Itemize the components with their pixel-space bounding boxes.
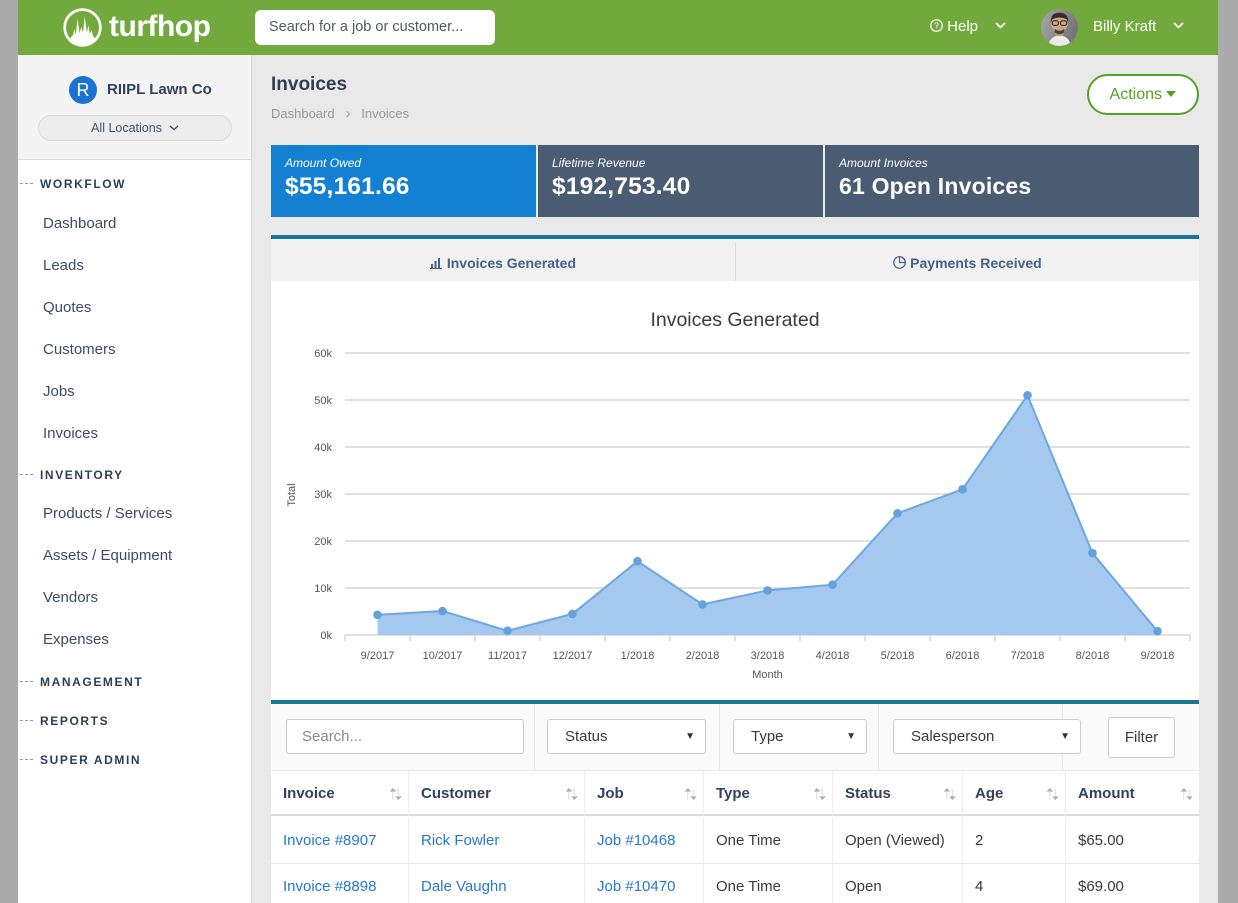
svg-text:20k: 20k: [314, 536, 332, 548]
svg-text:7/2018: 7/2018: [1011, 650, 1045, 662]
svg-text:Total: Total: [286, 483, 298, 506]
svg-text:10k: 10k: [314, 583, 332, 595]
svg-text:9/2017: 9/2017: [361, 650, 395, 662]
svg-text:3/2018: 3/2018: [751, 650, 785, 662]
svg-text:Invoices Generated: Invoices Generated: [650, 309, 819, 331]
svg-text:11/2017: 11/2017: [488, 650, 527, 662]
svg-text:Month: Month: [752, 669, 783, 681]
svg-text:0k: 0k: [320, 630, 332, 642]
svg-text:40k: 40k: [314, 442, 332, 454]
svg-text:10/2017: 10/2017: [423, 650, 463, 662]
svg-text:30k: 30k: [314, 489, 332, 501]
svg-text:6/2018: 6/2018: [946, 650, 980, 662]
svg-text:5/2018: 5/2018: [881, 650, 915, 662]
svg-text:50k: 50k: [314, 395, 332, 407]
svg-text:12/2017: 12/2017: [553, 650, 593, 662]
svg-text:60k: 60k: [314, 348, 332, 360]
svg-text:9/2018: 9/2018: [1141, 650, 1175, 662]
svg-text:2/2018: 2/2018: [686, 650, 720, 662]
svg-text:1/2018: 1/2018: [621, 650, 655, 662]
svg-text:4/2018: 4/2018: [816, 650, 850, 662]
svg-text:8/2018: 8/2018: [1076, 650, 1110, 662]
svg-text:?: ?: [934, 20, 939, 30]
